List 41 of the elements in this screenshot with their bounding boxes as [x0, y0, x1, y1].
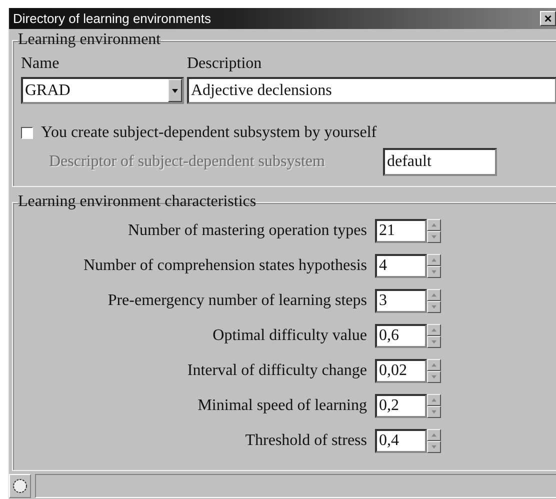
- field-label: Description: [187, 55, 262, 73]
- name-dropdown[interactable]: GRAD: [21, 77, 184, 104]
- window-title: Directory of learning environments: [13, 11, 211, 26]
- spin-down-icon[interactable]: [427, 231, 441, 243]
- number-field[interactable]: 4: [375, 254, 427, 278]
- group-title: Learning environment: [18, 31, 161, 49]
- field-label: Descriptor of subject-dependent subsystem: [49, 153, 326, 171]
- field-label: Number of comprehension states hypothesis: [82, 257, 368, 275]
- number-field[interactable]: 21: [375, 219, 427, 243]
- spin-down-icon[interactable]: [427, 441, 441, 453]
- number-field[interactable]: 0,2: [375, 394, 427, 418]
- spin-up-icon[interactable]: [427, 394, 441, 406]
- field-label: Name: [21, 55, 60, 73]
- spin-up-icon[interactable]: [427, 429, 441, 441]
- spin-down-icon[interactable]: [427, 336, 441, 348]
- spin-down-icon[interactable]: [427, 301, 441, 313]
- spin-down-icon[interactable]: [427, 371, 441, 383]
- field-label: Minimal speed of learning: [196, 397, 368, 415]
- description-field[interactable]: Adjective declensions: [187, 77, 556, 104]
- spin-down-icon[interactable]: [427, 406, 441, 418]
- spin-down-icon[interactable]: [427, 266, 441, 278]
- circle-icon: [12, 478, 28, 494]
- number-field[interactable]: 0,02: [375, 359, 427, 383]
- group-title: Learning environment characteristics: [18, 193, 256, 211]
- field-label: Pre-emergency number of learning steps: [106, 292, 368, 310]
- spin-up-icon[interactable]: [427, 219, 441, 231]
- spin-up-icon[interactable]: [427, 324, 441, 336]
- field-label: Optimal difficulty value: [212, 327, 368, 345]
- dropdown-arrow-icon[interactable]: [171, 88, 179, 94]
- number-field[interactable]: 0,4: [375, 429, 427, 453]
- spin-up-icon[interactable]: [427, 359, 441, 371]
- spin-up-icon[interactable]: [427, 254, 441, 266]
- checkbox[interactable]: [21, 127, 33, 139]
- field-label: Number of mastering operation types: [126, 222, 368, 240]
- field-label: Interval of difficulty change: [186, 362, 368, 380]
- spin-up-icon[interactable]: [427, 289, 441, 301]
- close-button[interactable]: ×: [540, 11, 556, 26]
- number-field[interactable]: 0,6: [375, 324, 427, 348]
- number-field[interactable]: 3: [375, 289, 427, 313]
- field-label: Threshold of stress: [244, 432, 368, 450]
- checkbox-label: You create subject-dependent subsystem by yourself: [41, 124, 377, 142]
